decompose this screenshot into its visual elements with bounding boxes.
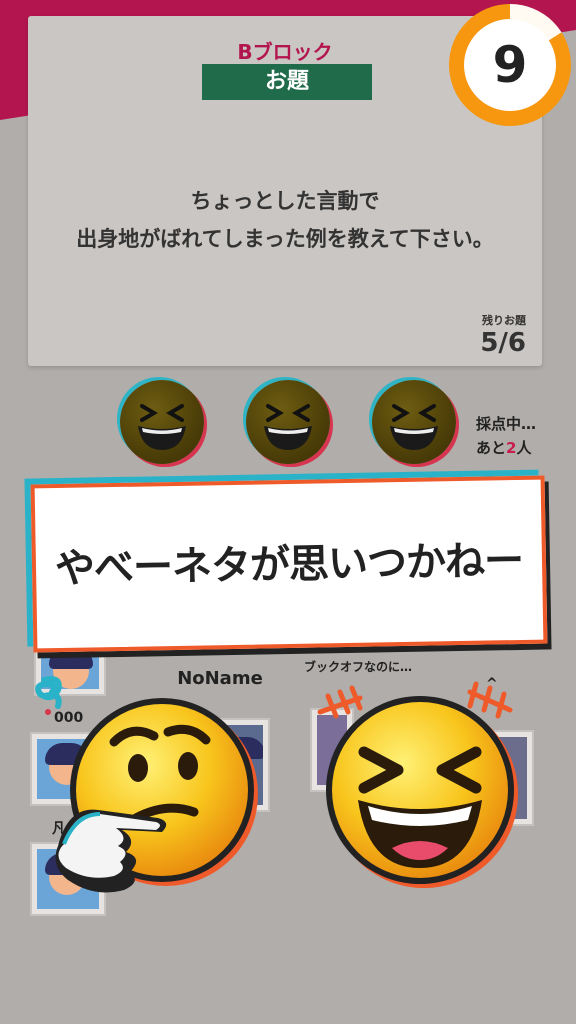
question-line-2: 出身地がばれてしまった例を教えて下さい。 bbox=[76, 227, 494, 251]
topic-label: お題 bbox=[202, 64, 372, 100]
banner-text: やべーネタが思いつかねー bbox=[54, 537, 524, 593]
scoring-line-2: あと2人 bbox=[476, 436, 536, 460]
question-text: ちょっとした言動で 出身地がばれてしまった例を教えて下さい。 bbox=[28, 182, 542, 258]
judge-face-2-icon bbox=[246, 380, 330, 464]
grinning-squint-face-icon bbox=[300, 672, 540, 916]
thinking-face-icon bbox=[18, 660, 258, 904]
timer-value: 9 bbox=[464, 19, 556, 111]
judge-face-3-icon bbox=[372, 380, 456, 464]
judge-face-1-icon bbox=[120, 380, 204, 464]
scoring-line-1: 採点中… bbox=[476, 415, 537, 433]
remaining-value: 5/6 bbox=[480, 328, 526, 358]
scoring-suffix: 人 bbox=[516, 439, 532, 457]
scoring-status: 採点中… あと2人 bbox=[476, 412, 536, 460]
scoring-count: 2 bbox=[506, 439, 517, 457]
countdown-timer: 9 bbox=[449, 4, 571, 126]
scoring-prefix: あと bbox=[476, 439, 507, 457]
speech-banner: やべーネタが思いつかねー bbox=[30, 475, 548, 653]
question-line-1: ちょっとした言動で bbox=[190, 189, 380, 213]
remaining-label: 残りお題 bbox=[482, 314, 526, 327]
